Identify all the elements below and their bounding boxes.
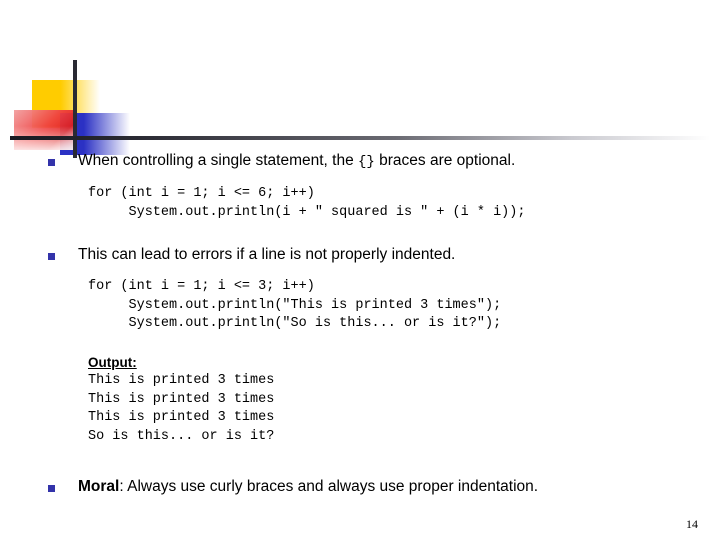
page-number: 14	[686, 517, 698, 531]
logo-vertical-rule	[73, 60, 77, 158]
output-lines: This is printed 3 times This is printed …	[88, 373, 275, 444]
logo-yellow-square	[32, 80, 100, 128]
code-block-2: for (int i = 1; i <= 3; i++) System.out.…	[88, 279, 502, 331]
bullet-item-1: When controlling a single statement, the…	[0, 150, 720, 173]
slide-logo-decoration	[0, 0, 200, 170]
bullet-marker-icon	[48, 253, 55, 260]
bullet-marker-icon	[48, 159, 55, 166]
bullet-3-text-after: : Always use curly braces and always use…	[119, 478, 539, 495]
bullet-item-3: Moral: Always use curly braces and alway…	[0, 476, 720, 498]
logo-blue-square	[60, 113, 130, 155]
header-horizontal-rule	[10, 136, 710, 140]
logo-red-square	[14, 110, 76, 150]
bullet-1-text-after: braces are optional.	[374, 152, 516, 169]
bullet-marker-icon	[48, 485, 55, 492]
output-block: Output: This is printed 3 times This is …	[88, 354, 700, 447]
bullet-1-mono-braces: {}	[358, 154, 375, 170]
bullet-item-2: This can lead to errors if a line is not…	[0, 244, 720, 266]
bullet-item-2-label: This can lead to errors if a line is not…	[78, 246, 456, 263]
slide-body: When controlling a single statement, the…	[0, 150, 720, 498]
bullet-item-1-label: When controlling a single statement, the…	[78, 152, 516, 170]
bullet-3-bold-word: Moral	[78, 478, 120, 495]
bullet-item-3-label: Moral: Always use curly braces and alway…	[78, 478, 538, 495]
bullet-1-text-before: When controlling a single statement, the	[78, 152, 359, 169]
output-label: Output:	[88, 354, 137, 370]
code-block-1: for (int i = 1; i <= 6; i++) System.out.…	[88, 186, 526, 220]
